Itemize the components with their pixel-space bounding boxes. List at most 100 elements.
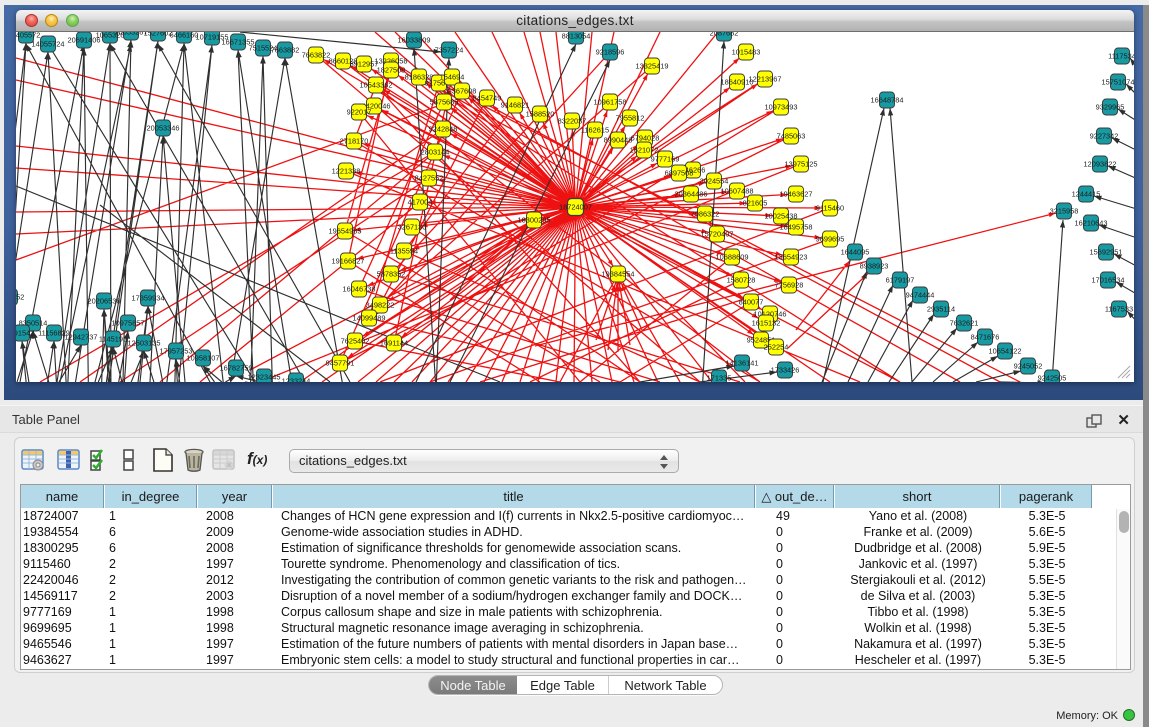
- svg-text:12323445: 12323445: [248, 373, 281, 382]
- svg-text:13975125: 13975125: [785, 160, 818, 169]
- svg-text:20206536: 20206536: [88, 297, 121, 306]
- svg-text:8990448: 8990448: [604, 136, 633, 145]
- svg-text:1221338: 1221338: [332, 167, 361, 176]
- svg-text:9329965: 9329965: [1096, 103, 1125, 112]
- svg-text:8938923: 8938923: [860, 262, 889, 271]
- svg-text:7955812: 7955812: [616, 114, 645, 123]
- svg-text:1145193: 1145193: [99, 335, 127, 344]
- svg-text:12093822: 12093822: [1084, 160, 1117, 169]
- svg-text:1233244: 1233244: [282, 377, 311, 383]
- svg-text:15692951: 15692951: [1090, 248, 1123, 257]
- svg-text:2620652: 2620652: [16, 293, 24, 302]
- svg-text:9777169: 9777169: [651, 155, 680, 164]
- svg-text:6897508: 6897508: [665, 169, 694, 178]
- svg-text:6466160: 6466160: [170, 32, 199, 40]
- svg-text:922017: 922017: [347, 108, 372, 117]
- svg-text:1162615: 1162615: [581, 126, 609, 135]
- svg-text:18495758: 18495758: [780, 223, 813, 232]
- svg-text:1615132: 1615132: [752, 319, 781, 328]
- svg-text:1244415: 1244415: [1072, 190, 1101, 199]
- svg-text:7632621: 7632621: [950, 319, 979, 328]
- svg-text:1691144: 1691144: [380, 339, 408, 348]
- svg-text:6179197: 6179197: [886, 276, 915, 285]
- svg-text:10653287: 10653287: [115, 32, 148, 37]
- svg-text:1117534: 1117534: [1108, 52, 1134, 61]
- svg-text:252254: 252254: [764, 343, 789, 352]
- svg-text:1135594: 1135594: [390, 247, 418, 256]
- svg-text:17016534: 17016534: [1092, 276, 1125, 285]
- svg-text:15720407: 15720407: [701, 230, 734, 239]
- svg-text:7357224: 7357224: [435, 46, 464, 55]
- svg-text:10973493: 10973493: [765, 103, 798, 112]
- svg-text:3498222: 3498222: [366, 301, 395, 310]
- svg-text:16210643: 16210643: [1075, 219, 1108, 228]
- svg-text:10607488: 10607488: [721, 187, 754, 196]
- svg-text:7986322: 7986322: [691, 210, 720, 219]
- svg-text:12503135: 12503135: [128, 339, 161, 348]
- svg-text:15751074: 15751074: [1102, 78, 1134, 87]
- svg-text:8427552: 8427552: [415, 174, 444, 183]
- svg-text:1405572: 1405572: [16, 32, 40, 40]
- svg-text:1644095: 1644095: [841, 248, 870, 257]
- svg-text:2718170: 2718170: [340, 137, 369, 146]
- svg-text:821605: 821605: [743, 199, 768, 208]
- svg-text:14099489: 14099489: [353, 314, 386, 323]
- svg-text:7625402: 7625402: [341, 337, 370, 346]
- svg-text:16046738: 16046738: [343, 285, 376, 294]
- svg-text:8813054: 8813054: [562, 32, 591, 41]
- svg-text:2803144: 2803144: [421, 148, 450, 157]
- svg-text:14136141: 14136141: [726, 359, 759, 368]
- svg-text:19463627: 19463627: [780, 190, 813, 199]
- svg-text:12213967: 12213967: [749, 75, 782, 84]
- svg-text:1167533: 1167533: [1105, 305, 1133, 314]
- svg-text:1015483: 1015483: [732, 48, 761, 57]
- svg-text:13325419: 13325419: [636, 62, 669, 71]
- svg-text:9699695: 9699695: [816, 235, 845, 244]
- svg-text:16648784: 16648784: [871, 96, 904, 105]
- svg-text:20053346: 20053346: [147, 124, 180, 133]
- svg-text:9242848: 9242848: [429, 125, 458, 134]
- svg-text:3215958: 3215958: [1050, 207, 1079, 216]
- svg-text:17359934: 17359934: [132, 294, 165, 303]
- svg-text:171335: 171335: [707, 374, 732, 383]
- svg-text:8454749: 8454749: [473, 94, 502, 103]
- svg-text:2935114: 2935114: [927, 305, 955, 314]
- svg-text:9242505: 9242505: [1038, 374, 1067, 383]
- svg-text:7485063: 7485063: [777, 132, 806, 141]
- svg-text:10654122: 10654122: [989, 347, 1022, 356]
- svg-text:16033809: 16033809: [398, 36, 431, 45]
- svg-text:19166827: 19166827: [332, 257, 365, 266]
- svg-text:2087682: 2087682: [710, 32, 739, 38]
- svg-text:7663882: 7663882: [271, 46, 300, 55]
- svg-text:5878352: 5878352: [377, 270, 406, 279]
- svg-text:9227342: 9227342: [1090, 132, 1119, 141]
- svg-text:18300295: 18300295: [518, 216, 551, 225]
- svg-text:9115460: 9115460: [816, 204, 844, 213]
- svg-text:10961758: 10961758: [594, 98, 627, 107]
- svg-text:3024554: 3024554: [700, 177, 729, 186]
- svg-text:840077: 840077: [739, 298, 764, 307]
- svg-text:5875685: 5875685: [430, 98, 459, 107]
- svg-text:12942737: 12942737: [65, 333, 98, 342]
- svg-text:9245052: 9245052: [1014, 362, 1043, 371]
- svg-text:417004: 417004: [408, 198, 433, 207]
- svg-text:1588520: 1588520: [526, 110, 555, 119]
- svg-text:10688609: 10688609: [716, 253, 749, 262]
- svg-text:20364486: 20364486: [675, 190, 708, 199]
- svg-text:7756928: 7756928: [775, 281, 804, 290]
- svg-text:9218596: 9218596: [596, 48, 625, 57]
- svg-text:9474444: 9474444: [906, 291, 935, 300]
- svg-text:16782759: 16782759: [220, 364, 253, 373]
- svg-text:13654923: 13654923: [775, 253, 808, 262]
- svg-text:1527602: 1527602: [144, 32, 173, 38]
- svg-text:3267130: 3267130: [398, 223, 427, 232]
- svg-text:1733426: 1733426: [771, 366, 800, 375]
- svg-text:9457791: 9457791: [326, 359, 355, 368]
- svg-text:18724007: 18724007: [559, 203, 592, 212]
- svg-text:10543362: 10543362: [360, 81, 393, 90]
- svg-text:391542: 391542: [16, 329, 34, 338]
- svg-text:14055724: 14055724: [32, 40, 65, 49]
- svg-text:1580728: 1580728: [727, 276, 756, 285]
- svg-text:19654985: 19654985: [329, 227, 362, 236]
- svg-text:1827509: 1827509: [377, 66, 406, 75]
